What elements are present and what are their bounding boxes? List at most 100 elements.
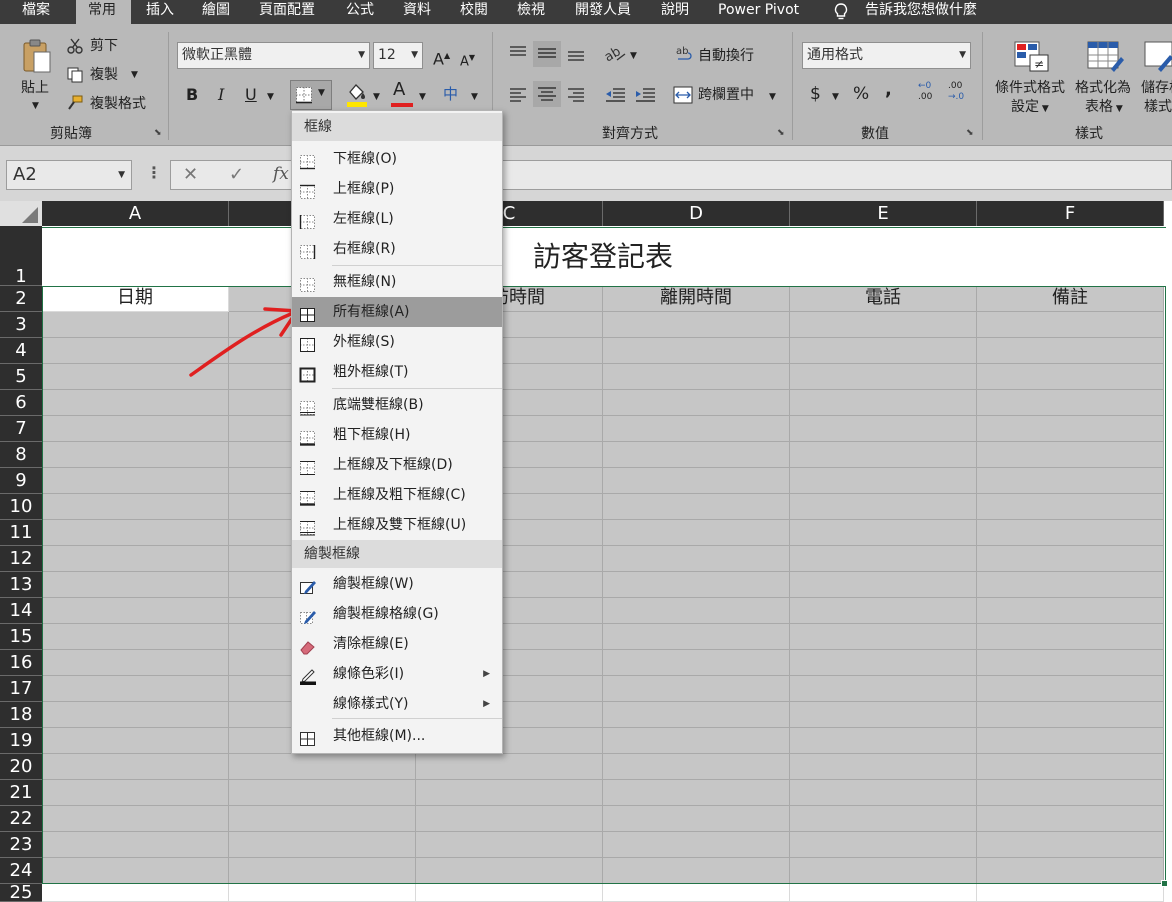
cell-f9[interactable] [977, 468, 1164, 494]
cell-d16[interactable] [603, 650, 790, 676]
orientation-icon[interactable]: ab [602, 44, 627, 65]
cell-f22[interactable] [977, 806, 1164, 832]
merge-dropdown-icon[interactable]: ▼ [769, 87, 776, 107]
cell-a14[interactable] [42, 598, 229, 624]
row-header-16[interactable]: 16 [0, 650, 42, 676]
cell-a22[interactable] [42, 806, 229, 832]
menu-item-thick-bottom-border[interactable]: 粗下框線(H) [292, 420, 502, 450]
cancel-icon[interactable]: ✕ [183, 164, 198, 185]
cell-e14[interactable] [790, 598, 977, 624]
cell-f2[interactable]: 備註 [977, 286, 1164, 312]
cell-f16[interactable] [977, 650, 1164, 676]
cell-d2[interactable]: 離開時間 [603, 286, 790, 312]
format-painter-button[interactable]: 複製格式 [90, 94, 146, 114]
currency-dropdown-icon[interactable]: ▼ [832, 87, 839, 107]
row-header-17[interactable]: 17 [0, 676, 42, 702]
column-header-a[interactable]: A [42, 201, 229, 226]
cell-a18[interactable] [42, 702, 229, 728]
row-header-21[interactable]: 21 [0, 780, 42, 806]
cell-b21[interactable] [229, 780, 416, 806]
cell-e19[interactable] [790, 728, 977, 754]
decrease-indent-icon[interactable] [604, 86, 626, 104]
number-launcher-icon[interactable]: ⬊ [966, 128, 974, 138]
cell-d7[interactable] [603, 416, 790, 442]
align-middle-icon[interactable] [533, 41, 561, 67]
underline-dropdown-icon[interactable]: ▼ [267, 87, 274, 107]
menu-item-outside-borders[interactable]: 外框線(S) [292, 327, 502, 357]
borders-button[interactable]: ▼ [290, 80, 332, 110]
tab-formulas[interactable]: 公式 [346, 0, 374, 24]
wrap-text-button[interactable]: 自動換行 [698, 46, 754, 66]
cell-c24[interactable] [416, 858, 603, 884]
shrink-font-button[interactable]: A▼ [460, 48, 475, 72]
cell-d24[interactable] [603, 858, 790, 884]
cell-e24[interactable] [790, 858, 977, 884]
comma-button[interactable]: , [885, 80, 892, 100]
align-right-icon[interactable] [566, 86, 586, 104]
align-left-icon[interactable] [508, 86, 528, 104]
cell-f12[interactable] [977, 546, 1164, 572]
cell-f25[interactable] [977, 884, 1164, 902]
cell-d9[interactable] [603, 468, 790, 494]
menu-item-draw-border-grid[interactable]: 繪製框線格線(G) [292, 599, 502, 629]
cell-c20[interactable] [416, 754, 603, 780]
menu-item-eraser[interactable]: 清除框線(E) [292, 629, 502, 659]
row-header-8[interactable]: 8 [0, 442, 42, 468]
cell-f6[interactable] [977, 390, 1164, 416]
tab-insert[interactable]: 插入 [146, 0, 174, 24]
cell-f13[interactable] [977, 572, 1164, 598]
menu-item-left-border[interactable]: 左框線(L) [292, 204, 502, 234]
cell-a11[interactable] [42, 520, 229, 546]
conditional-formatting-line2[interactable]: 設定 ▼ [1011, 97, 1049, 119]
column-header-e[interactable]: E [790, 201, 977, 226]
cell-e8[interactable] [790, 442, 977, 468]
decrease-decimal-button[interactable]: .00 →.0 [948, 81, 964, 103]
menu-item-top-double-bottom-border[interactable]: 上框線及雙下框線(U) [292, 510, 502, 540]
tab-draw[interactable]: 繪圖 [202, 0, 230, 24]
row-header-4[interactable]: 4 [0, 338, 42, 364]
cell-f19[interactable] [977, 728, 1164, 754]
cell-a7[interactable] [42, 416, 229, 442]
cell-d15[interactable] [603, 624, 790, 650]
row-header-24[interactable]: 24 [0, 858, 42, 884]
menu-item-top-thick-bottom-border[interactable]: 上框線及粗下框線(C) [292, 480, 502, 510]
menu-item-bottom-border[interactable]: 下框線(O) [292, 144, 502, 174]
orientation-dropdown-icon[interactable]: ▼ [630, 46, 637, 66]
cell-b25[interactable] [229, 884, 416, 902]
percent-button[interactable]: % [853, 84, 869, 104]
name-box[interactable]: A2 ▼ [6, 160, 132, 190]
row-header-9[interactable]: 9 [0, 468, 42, 494]
cell-f11[interactable] [977, 520, 1164, 546]
cell-c21[interactable] [416, 780, 603, 806]
cell-e9[interactable] [790, 468, 977, 494]
row-header-2[interactable]: 2 [0, 286, 42, 312]
cell-e15[interactable] [790, 624, 977, 650]
cell-b23[interactable] [229, 832, 416, 858]
select-all-corner[interactable] [0, 201, 42, 226]
row-header-18[interactable]: 18 [0, 702, 42, 728]
paste-icon[interactable] [22, 38, 52, 74]
menu-item-top-border[interactable]: 上框線(P) [292, 174, 502, 204]
cell-c23[interactable] [416, 832, 603, 858]
row-header-25[interactable]: 25 [0, 884, 42, 902]
cell-f15[interactable] [977, 624, 1164, 650]
cell-e25[interactable] [790, 884, 977, 902]
row-header-14[interactable]: 14 [0, 598, 42, 624]
row-header-7[interactable]: 7 [0, 416, 42, 442]
fill-color-dropdown-icon[interactable]: ▼ [373, 87, 380, 107]
tab-developer[interactable]: 開發人員 [575, 0, 631, 24]
menu-item-bottom-double-border[interactable]: 底端雙框線(B) [292, 390, 502, 420]
align-center-icon[interactable] [533, 81, 561, 107]
cell-f23[interactable] [977, 832, 1164, 858]
cell-d5[interactable] [603, 364, 790, 390]
currency-button[interactable]: $ [810, 84, 821, 104]
paste-dropdown-icon[interactable]: ▼ [32, 96, 39, 116]
italic-button[interactable]: I [218, 85, 224, 105]
menu-item-all-borders[interactable]: 所有框線(A) [292, 297, 502, 327]
cell-e17[interactable] [790, 676, 977, 702]
row-header-11[interactable]: 11 [0, 520, 42, 546]
cell-e18[interactable] [790, 702, 977, 728]
cell-e10[interactable] [790, 494, 977, 520]
row-header-15[interactable]: 15 [0, 624, 42, 650]
align-top-icon[interactable] [508, 44, 528, 62]
